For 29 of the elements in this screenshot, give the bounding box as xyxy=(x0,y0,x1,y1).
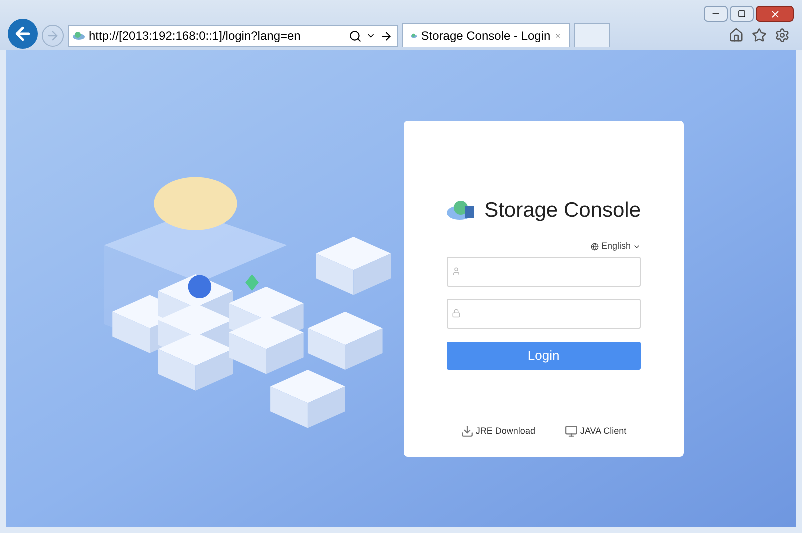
cloud-icon xyxy=(73,32,85,40)
maximize-button[interactable] xyxy=(730,6,754,22)
monitor-icon xyxy=(565,424,578,438)
home-icon[interactable] xyxy=(729,28,744,43)
search-icon[interactable] xyxy=(349,30,362,42)
user-icon xyxy=(452,267,461,276)
download-icon xyxy=(460,424,474,438)
settings-icon[interactable] xyxy=(775,28,790,43)
app-title: Storage Console xyxy=(484,198,641,224)
username-field[interactable] xyxy=(446,256,641,286)
go-icon[interactable] xyxy=(380,30,393,42)
close-icon xyxy=(770,8,780,20)
client-link[interactable]: JAVA Client xyxy=(565,424,627,438)
close-button[interactable] xyxy=(756,6,794,22)
cloud-icon xyxy=(411,32,418,40)
cloud-logo-icon xyxy=(446,200,477,220)
address-bar[interactable]: http://[2013:192:168:0::1]/login?lang=en xyxy=(68,25,398,47)
lock-icon xyxy=(452,309,461,318)
forward-arrow-icon xyxy=(46,29,60,43)
browser-tab[interactable]: Storage Console - Login xyxy=(402,23,570,47)
back-button[interactable] xyxy=(8,19,38,49)
globe-icon xyxy=(591,242,600,251)
password-field[interactable] xyxy=(446,298,641,328)
maximize-icon xyxy=(738,10,746,18)
download-link[interactable]: JRE Download xyxy=(460,424,536,438)
language-selector[interactable]: English xyxy=(591,240,641,254)
url-text: http://[2013:192:168:0::1]/login?lang=en xyxy=(89,28,302,45)
tab-title: Storage Console - Login xyxy=(421,28,551,44)
star-icon[interactable] xyxy=(752,28,767,43)
